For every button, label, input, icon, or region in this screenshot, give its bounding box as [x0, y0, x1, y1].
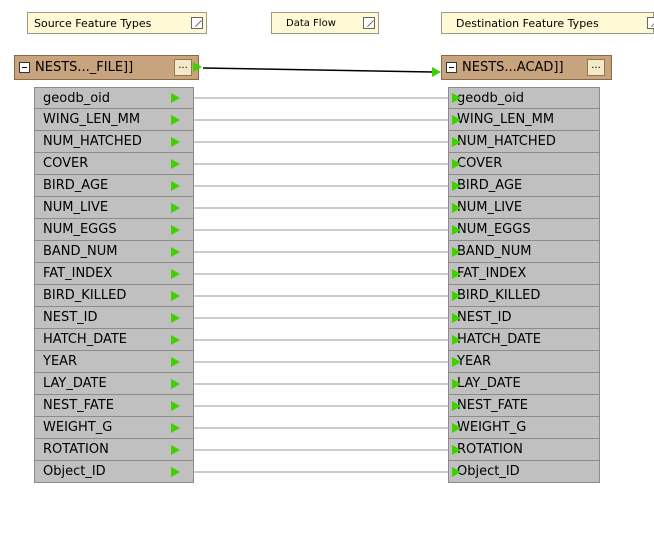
destination-attribute-row[interactable]: BIRD_AGE — [448, 175, 600, 197]
source-attribute-port-icon[interactable] — [171, 423, 180, 433]
source-attribute-row[interactable]: Object_ID — [34, 461, 194, 483]
source-attribute-row[interactable]: NUM_LIVE — [34, 197, 194, 219]
destination-attribute-port-icon[interactable] — [452, 137, 461, 147]
destination-attribute-port-icon[interactable] — [452, 181, 461, 191]
destination-attribute-row[interactable]: NUM_EGGS — [448, 219, 600, 241]
source-attribute-port-icon[interactable] — [171, 467, 180, 477]
source-attribute-row[interactable]: FAT_INDEX — [34, 263, 194, 285]
destination-attribute-row[interactable]: NUM_LIVE — [448, 197, 600, 219]
destination-attribute-row[interactable]: BIRD_KILLED — [448, 285, 600, 307]
destination-attribute-port-icon[interactable] — [452, 379, 461, 389]
destination-attribute-port-icon[interactable] — [452, 159, 461, 169]
destination-feature-input-port-icon[interactable] — [432, 67, 441, 77]
source-attribute-port-icon[interactable] — [171, 203, 180, 213]
destination-attribute-port-icon[interactable] — [452, 357, 461, 367]
destination-attribute-port-icon[interactable] — [452, 313, 461, 323]
destination-attribute-port-icon[interactable] — [452, 291, 461, 301]
source-attribute-port-icon[interactable] — [171, 225, 180, 235]
source-feature-output-port-icon[interactable] — [193, 62, 202, 72]
feature-connection-line[interactable] — [202, 67, 434, 73]
source-attribute-port-icon[interactable] — [171, 445, 180, 455]
destination-attribute-port-icon[interactable] — [452, 445, 461, 455]
destination-attribute-row[interactable]: BAND_NUM — [448, 241, 600, 263]
destination-attribute-port-icon[interactable] — [452, 467, 461, 477]
source-attribute-port-icon[interactable] — [171, 247, 180, 257]
destination-attribute-row[interactable]: NUM_HATCHED — [448, 131, 600, 153]
destination-attribute-row[interactable]: WING_LEN_MM — [448, 109, 600, 131]
destination-attribute-port-icon[interactable] — [452, 225, 461, 235]
destination-attribute-port-icon[interactable] — [452, 423, 461, 433]
source-attribute-port-icon[interactable] — [171, 181, 180, 191]
source-attribute-row[interactable]: BIRD_AGE — [34, 175, 194, 197]
destination-attribute-port-icon[interactable] — [452, 115, 461, 125]
source-attribute-row[interactable]: geodb_oid — [34, 87, 194, 109]
collapse-icon[interactable] — [446, 62, 457, 73]
source-attribute-row[interactable]: NUM_EGGS — [34, 219, 194, 241]
collapse-icon[interactable] — [19, 62, 30, 73]
source-attribute-port-icon[interactable] — [171, 335, 180, 345]
source-properties-button[interactable]: ... — [174, 59, 192, 76]
source-attribute-row[interactable]: WEIGHT_G — [34, 417, 194, 439]
source-feature-type-header[interactable]: NESTS..._FILE]] ... — [14, 55, 199, 80]
destination-properties-button[interactable]: ... — [587, 59, 605, 76]
source-attribute-row[interactable]: NEST_ID — [34, 307, 194, 329]
destination-attribute-row[interactable]: COVER — [448, 153, 600, 175]
source-attribute-port-icon[interactable] — [171, 379, 180, 389]
source-attribute-row[interactable]: NEST_FATE — [34, 395, 194, 417]
destination-attribute-row[interactable]: geodb_oid — [448, 87, 600, 109]
destination-attribute-row[interactable]: ROTATION — [448, 439, 600, 461]
source-attribute-row[interactable]: WING_LEN_MM — [34, 109, 194, 131]
destination-attribute-port-icon[interactable] — [452, 269, 461, 279]
source-attribute-port-icon[interactable] — [171, 159, 180, 169]
source-attribute-row[interactable]: NUM_HATCHED — [34, 131, 194, 153]
source-attribute-port-icon[interactable] — [171, 291, 180, 301]
source-attribute-row[interactable]: BAND_NUM — [34, 241, 194, 263]
destination-attribute-port-icon[interactable] — [452, 247, 461, 257]
source-attribute-port-icon[interactable] — [171, 401, 180, 411]
destination-feature-type-name: NESTS...ACAD]] — [462, 60, 564, 75]
source-attribute-row[interactable]: HATCH_DATE — [34, 329, 194, 351]
source-attribute-row[interactable]: COVER — [34, 153, 194, 175]
source-attribute-row[interactable]: BIRD_KILLED — [34, 285, 194, 307]
source-attribute-row[interactable]: YEAR — [34, 351, 194, 373]
source-attribute-port-icon[interactable] — [171, 357, 180, 367]
destination-attribute-port-icon[interactable] — [452, 335, 461, 345]
source-attribute-port-icon[interactable] — [171, 137, 180, 147]
source-attribute-row[interactable]: ROTATION — [34, 439, 194, 461]
destination-attribute-port-icon[interactable] — [452, 93, 461, 103]
destination-attribute-row[interactable]: Object_ID — [448, 461, 600, 483]
destination-attribute-row[interactable]: HATCH_DATE — [448, 329, 600, 351]
destination-attribute-row[interactable]: WEIGHT_G — [448, 417, 600, 439]
destination-feature-type-header[interactable]: NESTS...ACAD]] ... — [441, 55, 612, 80]
destination-attribute-port-icon[interactable] — [452, 401, 461, 411]
source-feature-type-name: NESTS..._FILE]] — [35, 60, 134, 75]
destination-attribute-row[interactable]: LAY_DATE — [448, 373, 600, 395]
source-attribute-port-icon[interactable] — [171, 93, 180, 103]
source-attribute-port-icon[interactable] — [171, 269, 180, 279]
destination-attribute-port-icon[interactable] — [452, 203, 461, 213]
source-attribute-port-icon[interactable] — [171, 313, 180, 323]
destination-attribute-row[interactable]: FAT_INDEX — [448, 263, 600, 285]
destination-attribute-row[interactable]: NEST_ID — [448, 307, 600, 329]
source-attribute-port-icon[interactable] — [171, 115, 180, 125]
destination-attribute-row[interactable]: NEST_FATE — [448, 395, 600, 417]
destination-attribute-row[interactable]: YEAR — [448, 351, 600, 373]
source-attribute-row[interactable]: LAY_DATE — [34, 373, 194, 395]
